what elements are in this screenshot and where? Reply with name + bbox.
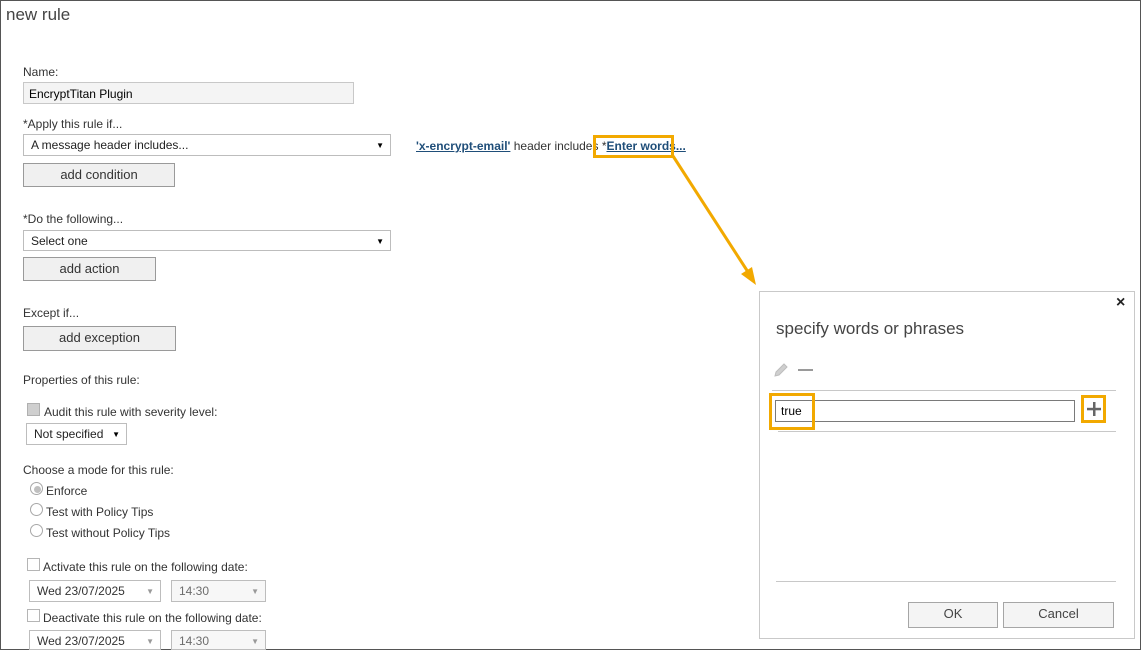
annotation-highlight-input [769, 393, 815, 430]
ok-button[interactable]: OK [908, 602, 998, 628]
specify-words-dialog: × specify words or phrases true OK Cance… [759, 291, 1135, 639]
arrow-to-dialog [671, 155, 750, 273]
cancel-button[interactable]: Cancel [1003, 602, 1114, 628]
minus-icon[interactable] [798, 369, 813, 371]
dialog-title: specify words or phrases [776, 319, 965, 338]
dialog-list-divider [778, 431, 1116, 432]
annotation-highlight-plus [1081, 395, 1106, 423]
arrow-to-dialog-head [741, 267, 756, 285]
close-icon[interactable]: × [1116, 294, 1125, 312]
pencil-icon[interactable] [772, 361, 790, 379]
dialog-divider-bottom [776, 581, 1116, 582]
word-input[interactable]: true [775, 400, 1075, 422]
dialog-divider-top [772, 390, 1116, 391]
